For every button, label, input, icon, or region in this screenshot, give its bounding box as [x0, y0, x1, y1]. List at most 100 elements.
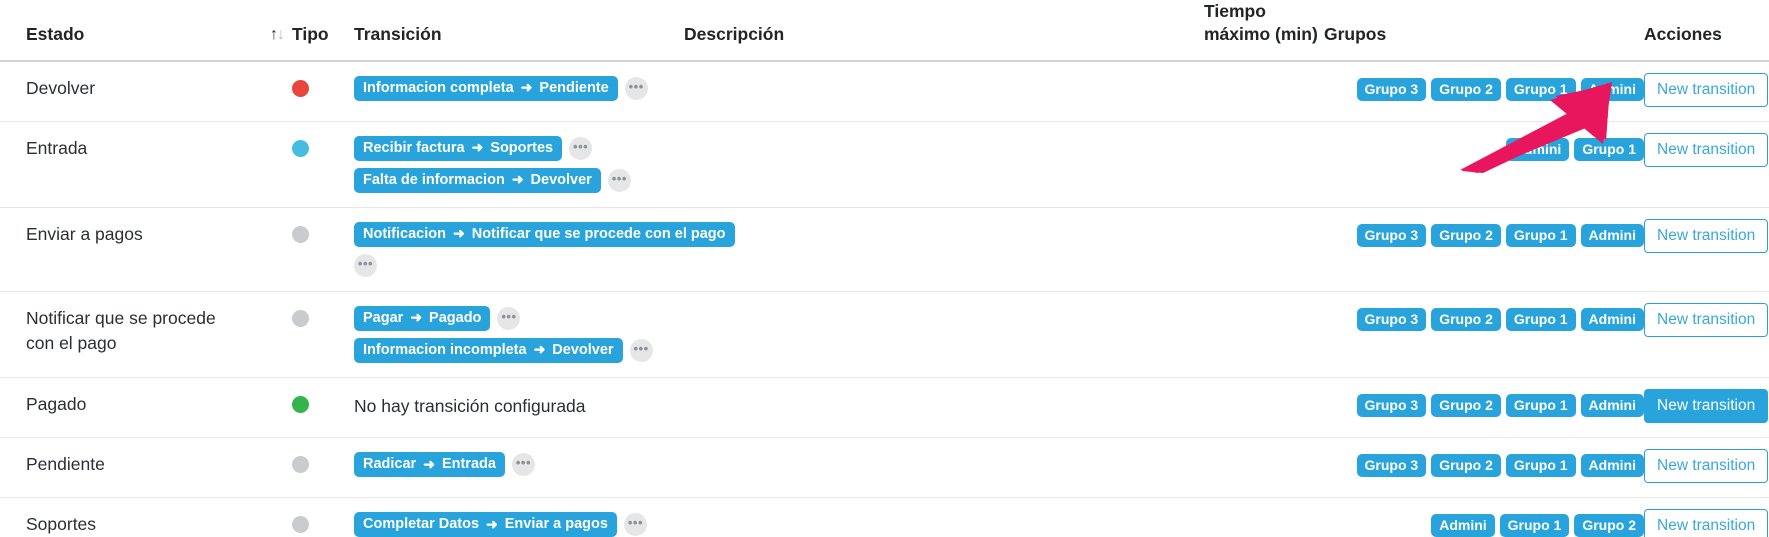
arrow-right-icon: ➜	[423, 455, 435, 472]
actions-wrapper: New transition•••	[1644, 302, 1769, 337]
arrow-right-icon: ➜	[486, 515, 498, 532]
transition-menu-icon[interactable]: •••	[607, 168, 631, 192]
transition-from-label: Recibir factura	[363, 139, 465, 156]
transition-menu-icon[interactable]: •••	[497, 306, 521, 330]
transition-menu-icon[interactable]: •••	[623, 513, 647, 537]
cell-estado: Devolver	[0, 60, 252, 122]
cell-descripcion	[684, 121, 1204, 208]
transition-pill[interactable]: Informacion completa ➜ Pendiente	[354, 75, 618, 101]
arrow-right-icon: ➜	[520, 78, 533, 95]
column-header-tipo[interactable]: Tipo	[292, 0, 354, 62]
cell-acciones: New transition•••	[1644, 437, 1769, 499]
transition-menu-icon[interactable]: •••	[624, 76, 648, 100]
transition-pill[interactable]: Radicar ➜ Entrada	[354, 452, 505, 478]
transition-pill[interactable]: Pagar ➜ Pagado	[354, 305, 491, 332]
transition-from-label: Pagar	[363, 309, 404, 326]
cell-tiempo-maximo	[1204, 437, 1324, 499]
transition-pill[interactable]: Notificacion ➜ Notificar que se procede co…	[354, 221, 735, 247]
transition-to-label: Soportes	[490, 139, 554, 156]
cell-spacer	[252, 437, 292, 499]
group-badge-list: Admini Grupo 1 Grupo 2	[1324, 514, 1644, 537]
group-badge: Grupo 3	[1356, 307, 1427, 332]
column-header-estado[interactable]: Estado	[0, 0, 252, 62]
group-badge: Grupo 1	[1574, 137, 1644, 161]
transition-from-label: Notificacion	[363, 225, 446, 242]
cell-descripcion	[684, 207, 1204, 292]
column-header-tiempo-maximo[interactable]: Tiempo máximo (min)	[1204, 0, 1324, 62]
status-dot-icon	[292, 396, 309, 414]
group-badge-list: Grupo 3 Grupo 2 Grupo 1 Admini	[1324, 77, 1644, 101]
actions-wrapper: New transition•••	[1644, 72, 1769, 107]
cell-tiempo-maximo	[1204, 291, 1324, 379]
cell-acciones: New transition•••	[1644, 377, 1769, 439]
table-row: Notificar que se procede con el pago Paga…	[0, 291, 1769, 379]
group-badge: Admini	[1580, 77, 1644, 101]
cell-grupos: Grupo 3 Grupo 2 Grupo 1 Admini	[1324, 437, 1644, 499]
arrow-right-icon: ➜	[511, 170, 524, 187]
transition-to-label: Devolver	[552, 342, 614, 359]
group-badge: Grupo 2	[1574, 514, 1644, 537]
column-header-transicion[interactable]: Transición	[354, 0, 684, 62]
transition-menu-icon[interactable]: •••	[511, 453, 535, 477]
new-transition-button[interactable]: New transition	[1644, 389, 1769, 424]
transition-menu-icon[interactable]: •••	[629, 339, 653, 363]
cell-grupos: Admini Grupo 1 Grupo 2	[1324, 497, 1644, 537]
arrow-right-icon: ➜	[452, 225, 465, 242]
cell-spacer	[252, 60, 292, 122]
cell-estado: Pagado	[0, 377, 252, 439]
column-header-grupos[interactable]: Grupos	[1324, 0, 1644, 62]
transition-to-label: Pagado	[429, 309, 482, 326]
group-badge: Grupo 2	[1431, 454, 1501, 478]
transition-line: Notificacion ➜ Notificar que se procede co…	[354, 221, 735, 277]
transition-pill[interactable]: Informacion incompleta ➜ Devolver	[354, 338, 623, 364]
cell-transicion: Completar Datos ➜ Enviar a pagos •••	[354, 497, 684, 537]
cell-tiempo-maximo	[1204, 60, 1324, 122]
group-badge: Grupo 1	[1505, 394, 1576, 418]
group-badge: Grupo 3	[1356, 223, 1427, 247]
cell-grupos: Grupo 3 Grupo 2 Grupo 1 Admini	[1324, 60, 1644, 122]
new-transition-button[interactable]: New transition	[1644, 72, 1769, 107]
cell-descripcion	[684, 497, 1204, 537]
transition-from-label: Informacion completa	[363, 79, 514, 96]
cell-acciones: New transition•••	[1644, 207, 1769, 292]
cell-tipo	[292, 60, 354, 122]
transition-menu-icon[interactable]: •••	[354, 253, 377, 277]
sort-toggle-estado[interactable]: ↑↓	[252, 0, 292, 62]
transition-line: Informacion incompleta ➜ Devolver •••	[354, 338, 674, 364]
cell-estado: Enviar a pagos	[0, 207, 252, 292]
new-transition-button[interactable]: New transition	[1644, 132, 1769, 167]
cell-grupos: Admini Grupo 1	[1324, 121, 1644, 208]
actions-wrapper: New transition•••	[1644, 509, 1769, 537]
transition-to-label: Enviar a pagos	[504, 516, 608, 533]
cell-acciones: New transition•••	[1644, 121, 1769, 208]
transition-pill[interactable]: Recibir factura ➜ Soportes	[354, 135, 563, 161]
transition-menu-icon[interactable]: •••	[569, 136, 593, 160]
group-badge-list: Grupo 3 Grupo 2 Grupo 1 Admini	[1324, 307, 1644, 332]
group-badge-list: Admini Grupo 1	[1324, 137, 1644, 161]
group-badge-list: Grupo 3 Grupo 2 Grupo 1 Admini	[1324, 223, 1644, 247]
status-dot-icon	[292, 309, 309, 327]
cell-tiempo-maximo	[1204, 207, 1324, 292]
new-transition-button[interactable]: New transition	[1644, 449, 1769, 484]
column-header-descripcion[interactable]: Descripción	[684, 0, 1204, 62]
new-transition-button[interactable]: New transition	[1644, 218, 1769, 253]
sort-ascending-descending-icon[interactable]: ↑↓	[270, 25, 285, 46]
states-transitions-page: Estado ↑↓ Tipo Transición Descripción Ti…	[0, 0, 1769, 537]
cell-transicion: Radicar ➜ Entrada •••	[354, 437, 684, 499]
table-header: Estado ↑↓ Tipo Transición Descripción Ti…	[0, 0, 1769, 62]
transition-pill[interactable]: Completar Datos ➜ Enviar a pagos	[354, 512, 617, 537]
group-badge-list: Grupo 3 Grupo 2 Grupo 1 Admini	[1324, 394, 1644, 418]
cell-tipo	[292, 437, 354, 499]
group-badge: Grupo 2	[1431, 394, 1501, 418]
transition-pill[interactable]: Falta de informacion ➜ Devolver	[354, 167, 601, 193]
cell-acciones: New transition•••	[1644, 291, 1769, 379]
group-badge: Admini	[1580, 394, 1644, 418]
transition-to-label: Notificar que se procede con el pago	[471, 225, 726, 242]
new-transition-button[interactable]: New transition	[1644, 509, 1769, 537]
cell-grupos: Grupo 3 Grupo 2 Grupo 1 Admini	[1324, 207, 1644, 292]
group-badge: Admini	[1580, 223, 1644, 247]
new-transition-button[interactable]: New transition	[1644, 302, 1769, 337]
status-dot-icon	[292, 225, 309, 243]
column-header-acciones: Acciones	[1644, 0, 1769, 62]
cell-grupos: Grupo 3 Grupo 2 Grupo 1 Admini	[1324, 291, 1644, 379]
